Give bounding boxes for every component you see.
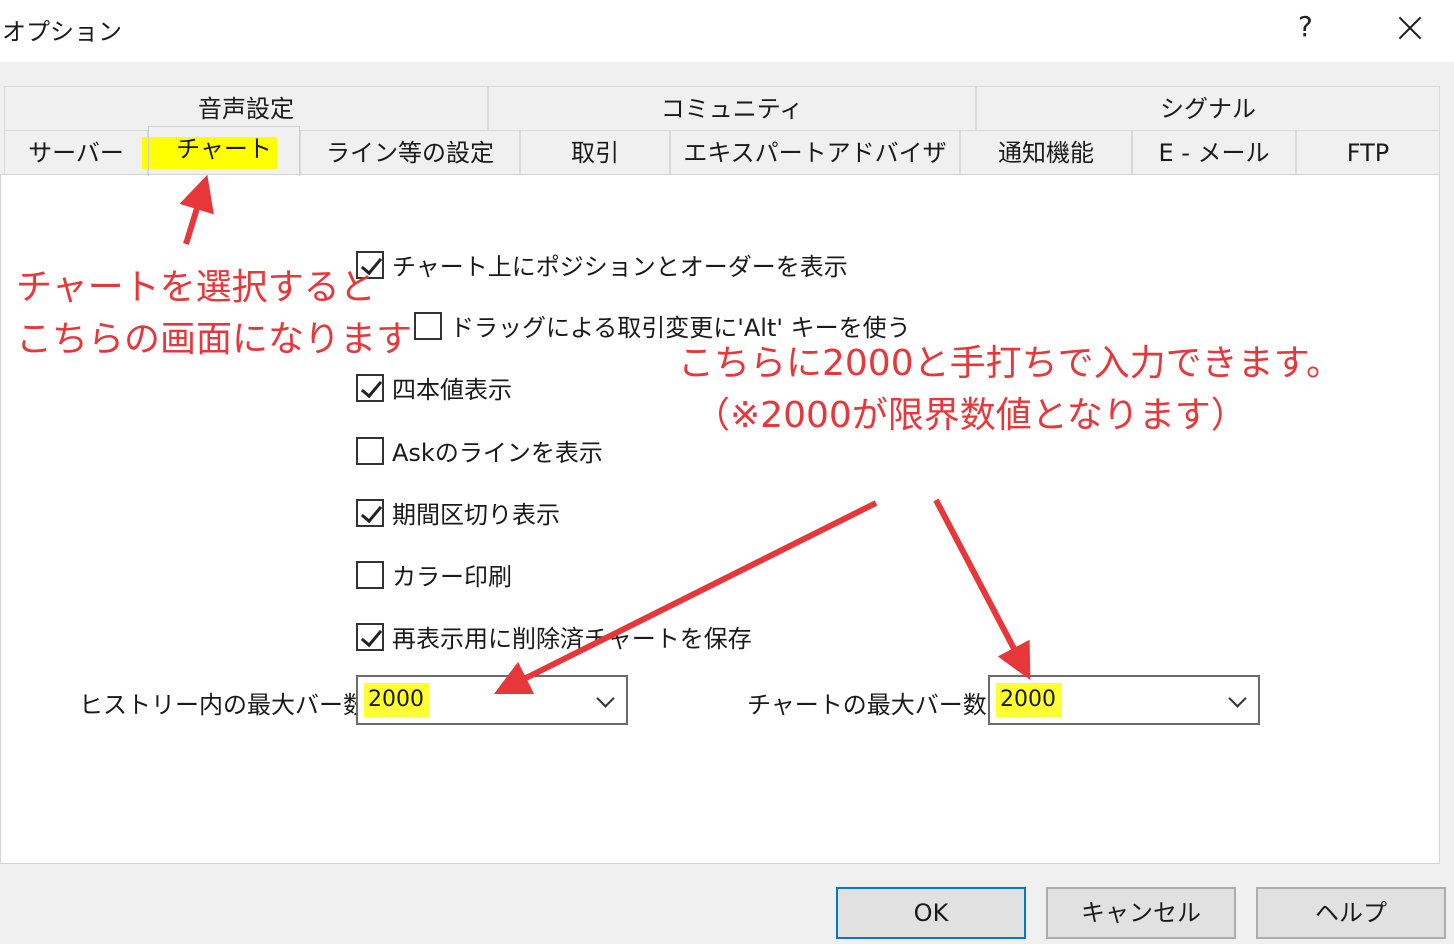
- tab-line-settings[interactable]: ライン等の設定: [300, 130, 520, 174]
- tab-notifications[interactable]: 通知機能: [960, 130, 1132, 174]
- chart-max-bars-combo[interactable]: 2000: [988, 675, 1260, 725]
- checkbox-row-save-deleted-charts[interactable]: 再表示用に削除済チャートを保存: [356, 619, 752, 654]
- tab-trade[interactable]: 取引: [520, 130, 670, 174]
- checkbox-row-period-separators[interactable]: 期間区切り表示: [356, 495, 560, 530]
- checkbox-row-ask-line[interactable]: Askのラインを表示: [356, 433, 603, 468]
- tab-server[interactable]: サーバー: [4, 130, 148, 174]
- title-bar: オプション ?: [0, 0, 1454, 62]
- annotation-select-chart: チャートを選択すると こちらの画面になります: [16, 262, 412, 366]
- checkbox-label: チャート上にポジションとオーダーを表示: [392, 253, 848, 281]
- chevron-down-icon[interactable]: [596, 689, 615, 708]
- checkbox-ask-line[interactable]: [356, 436, 384, 465]
- checkbox-row-show-positions-orders[interactable]: チャート上にポジションとオーダーを表示: [356, 247, 848, 282]
- checkbox-ohlc[interactable]: [356, 373, 384, 402]
- chart-max-bars-label: チャートの最大バー数：: [747, 691, 1011, 719]
- help-button[interactable]: ヘルプ: [1256, 887, 1446, 939]
- checkbox-row-ohlc[interactable]: 四本値表示: [356, 370, 512, 405]
- tab-chart[interactable]: チャート: [148, 126, 300, 176]
- tab-expert-advisor[interactable]: エキスパートアドバイザ: [670, 130, 960, 174]
- tab-ftp[interactable]: FTP: [1296, 130, 1440, 174]
- checkbox-alt-drag[interactable]: [414, 311, 442, 340]
- cancel-button[interactable]: キャンセル: [1046, 887, 1236, 939]
- history-max-bars-combo[interactable]: 2000: [356, 675, 628, 725]
- checkbox-label: カラー印刷: [392, 563, 512, 591]
- checkbox-label: Askのラインを表示: [392, 439, 603, 467]
- tab-signal[interactable]: シグナル: [976, 86, 1440, 130]
- tab-sound-settings[interactable]: 音声設定: [4, 86, 488, 130]
- checkbox-period-separators[interactable]: [356, 498, 384, 527]
- tab-email[interactable]: E - メール: [1132, 130, 1296, 174]
- annotation-line: チャートを選択すると: [16, 267, 376, 308]
- checkbox-save-deleted-charts[interactable]: [356, 622, 384, 651]
- tab-community[interactable]: コミュニティ: [488, 86, 976, 130]
- annotation-line: （※2000が限界数値となります）: [694, 395, 1247, 436]
- annotation-input-2000: こちらに2000と手打ちで入力できます。 （※2000が限界数値となります）: [678, 338, 1342, 442]
- history-max-bars-label: ヒストリー内の最大バー数: [79, 691, 367, 719]
- chevron-down-icon[interactable]: [1228, 689, 1247, 708]
- ok-button[interactable]: OK: [836, 887, 1026, 939]
- help-question-button[interactable]: ?: [1298, 10, 1313, 43]
- history-max-bars-value[interactable]: 2000: [364, 683, 430, 717]
- checkbox-label: 再表示用に削除済チャートを保存: [392, 625, 752, 653]
- checkbox-color-print[interactable]: [356, 560, 384, 589]
- annotation-line: こちらに2000と手打ちで入力できます。: [678, 343, 1343, 384]
- annotation-line: こちらの画面になります: [16, 319, 413, 360]
- checkbox-label: 期間区切り表示: [392, 501, 560, 529]
- checkbox-row-color-print[interactable]: カラー印刷: [356, 557, 512, 592]
- checkbox-label: 四本値表示: [392, 376, 512, 404]
- chart-max-bars-value[interactable]: 2000: [996, 683, 1062, 717]
- window-title: オプション: [2, 18, 122, 46]
- close-icon[interactable]: [1392, 10, 1428, 46]
